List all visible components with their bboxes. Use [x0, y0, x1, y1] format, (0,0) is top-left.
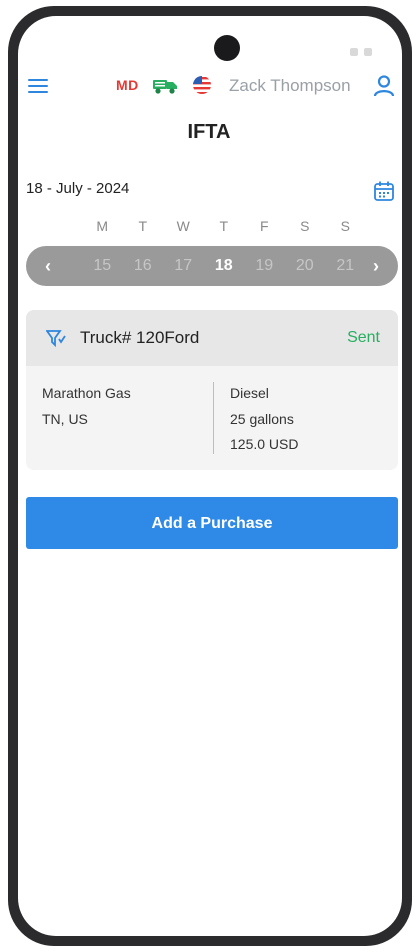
state-code: MD — [116, 77, 139, 93]
menu-icon[interactable] — [28, 79, 48, 93]
day-item[interactable]: 17 — [163, 257, 204, 275]
weekday-label: S — [300, 218, 310, 234]
day-item[interactable]: 15 — [82, 257, 123, 275]
us-flag-icon[interactable] — [192, 75, 212, 100]
day-item[interactable]: 20 — [285, 257, 326, 275]
status-badge: Sent — [347, 329, 380, 346]
truck-number: Truck# 120Ford — [80, 328, 200, 347]
weekday-label: T — [138, 218, 148, 234]
status-bar-icons — [350, 48, 372, 56]
chevron-right-icon[interactable]: › — [368, 256, 384, 276]
selected-date-label: 18 - July - 2024 — [26, 180, 130, 197]
weekday-label: M — [96, 218, 109, 234]
purchase-card-header: Truck# 120Ford Sent — [26, 310, 398, 366]
day-list: 15 16 17 18 19 20 21 — [82, 246, 366, 286]
weekday-label: W — [176, 218, 190, 234]
chevron-left-icon[interactable]: ‹ — [40, 256, 56, 276]
purchase-card[interactable]: Truck# 120Ford Sent Marathon Gas TN, US … — [26, 310, 398, 470]
page-title: IFTA — [187, 121, 231, 143]
card-divider — [213, 382, 214, 454]
day-item[interactable]: 21 — [325, 257, 366, 275]
fuel-type: Diesel — [230, 385, 269, 401]
week-strip: ‹ 15 16 17 18 19 20 21 › — [26, 246, 398, 286]
fuel-cost: 125.0 USD — [230, 436, 299, 452]
app-screen — [18, 16, 402, 936]
front-camera — [214, 35, 240, 61]
user-icon[interactable] — [372, 74, 396, 103]
weekday-label: S — [340, 218, 350, 234]
day-item-selected[interactable]: 18 — [204, 257, 245, 275]
day-item[interactable]: 16 — [123, 257, 164, 275]
funnel-icon — [45, 329, 66, 352]
phone-frame — [8, 6, 412, 946]
user-name: Zack Thompson — [229, 76, 351, 95]
day-item[interactable]: 19 — [244, 257, 285, 275]
weekday-header: M T W T F S S — [82, 218, 366, 234]
vendor-location: TN, US — [42, 411, 88, 427]
add-purchase-button[interactable]: Add a Purchase — [26, 497, 398, 549]
vendor-name: Marathon Gas — [42, 385, 131, 401]
calendar-icon[interactable] — [373, 180, 395, 207]
weekday-label: T — [219, 218, 229, 234]
fuel-quantity: 25 gallons — [230, 411, 294, 427]
truck-icon — [152, 77, 178, 100]
weekday-label: F — [259, 218, 269, 234]
